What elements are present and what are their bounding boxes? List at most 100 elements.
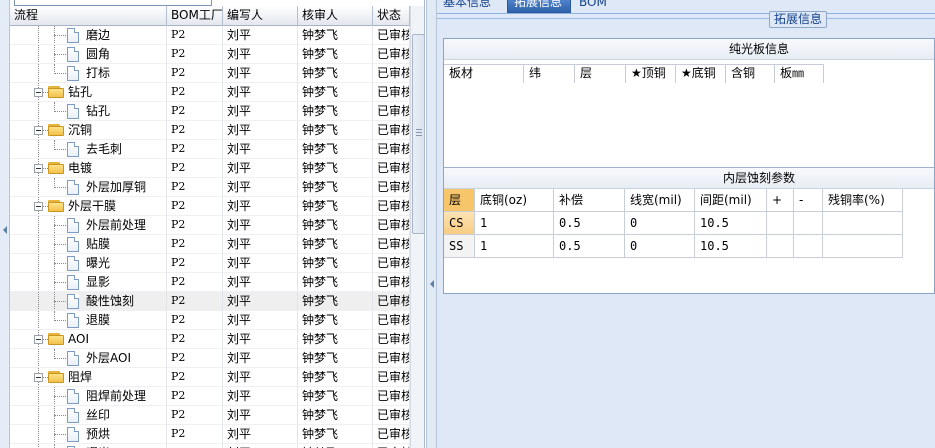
line-width-cell[interactable]: 0 — [625, 212, 695, 235]
tree-node-cell[interactable]: 沉铜 — [10, 121, 167, 140]
collapse-toggle-icon[interactable] — [34, 164, 43, 173]
tree-node-cell[interactable]: 钻孔 — [10, 102, 167, 121]
tree-node-cell[interactable]: 酸性蚀刻 — [10, 292, 167, 311]
tree-leaf-row[interactable]: 钻孔 P2 刘平 钟梦飞 已审核 — [10, 102, 410, 121]
tab-bom[interactable]: BOM — [573, 0, 613, 13]
compensation-cell[interactable]: 0.5 — [554, 235, 625, 258]
tree-leaf-row[interactable]: 磨边 P2 刘平 钟梦飞 已审核 — [10, 26, 410, 45]
collapse-toggle-icon[interactable] — [34, 126, 43, 135]
panel-splitter[interactable] — [426, 0, 437, 448]
plus-cell[interactable] — [767, 235, 794, 258]
line-width-cell[interactable]: 0 — [625, 235, 695, 258]
tree-leaf-row[interactable]: 曝光 P2刘平钟梦飞已审核 — [10, 444, 410, 448]
tree-group-row[interactable]: 沉铜 P2 刘平 钟梦飞 已审核 — [10, 121, 410, 140]
tree-node-cell[interactable]: 曝光 — [10, 254, 167, 273]
plain-board-col-board-mm[interactable]: 板㎜ — [775, 65, 824, 83]
tree-node-cell[interactable]: 退膜 — [10, 311, 167, 330]
column-header-author[interactable]: 编写人 — [223, 6, 298, 26]
tree-group-row[interactable]: AOI P2 刘平 钟梦飞 已审核 — [10, 330, 410, 349]
inner-etch-col-layer[interactable]: 层 — [444, 189, 475, 212]
tree-node-cell[interactable]: 阻焊 — [10, 368, 167, 387]
tree-node-cell[interactable]: 外层AOI — [10, 349, 167, 368]
tree-leaf-row[interactable]: 外层AOI P2 刘平 钟梦飞 已审核 — [10, 349, 410, 368]
tab-extended-info[interactable]: 拓展信息 — [507, 0, 571, 13]
tree-node-cell[interactable]: 显影 — [10, 273, 167, 292]
tree-leaf-row[interactable]: 打标 P2 刘平 钟梦飞 已审核 — [10, 64, 410, 83]
scrollbar-thumb[interactable] — [412, 34, 424, 234]
left-collapse-bar[interactable] — [0, 0, 10, 448]
inner-etch-row[interactable]: CS 1 0.5 0 10.5 — [444, 212, 903, 235]
inner-etch-row[interactable]: SS 1 0.5 0 10.5 — [444, 235, 903, 258]
inner-etch-col-residual-copper[interactable]: 残铜率(%) — [823, 189, 903, 212]
tree-node-cell[interactable]: 丝印 — [10, 406, 167, 425]
plain-board-col-material[interactable]: 板材 — [444, 65, 524, 83]
tree-leaf-row[interactable]: 外层加厚铜 P2 刘平 钟梦飞 已审核 — [10, 178, 410, 197]
inner-etch-col-base-copper[interactable]: 底铜(oz) — [475, 189, 554, 212]
collapse-toggle-icon[interactable] — [34, 373, 43, 382]
tree-node-cell[interactable]: 打标 — [10, 64, 167, 83]
tree-node-cell[interactable]: 阻焊前处理 — [10, 387, 167, 406]
tree-node-cell[interactable]: 外层前处理 — [10, 216, 167, 235]
tree-node-cell[interactable]: 贴膜 — [10, 235, 167, 254]
inner-etch-col-line-width[interactable]: 线宽(mil) — [625, 189, 695, 212]
tree-node-cell[interactable]: 曝光 — [10, 444, 167, 448]
plus-cell[interactable] — [767, 212, 794, 235]
plain-board-col-top-copper[interactable]: ★顶铜 — [626, 65, 676, 83]
tree-leaf-row[interactable]: 圆角 P2 刘平 钟梦飞 已审核 — [10, 45, 410, 64]
plain-board-col-bottom-copper[interactable]: ★底铜 — [676, 65, 726, 83]
base-copper-cell[interactable]: 1 — [475, 235, 554, 258]
tree-group-row[interactable]: 外层干膜 P2 刘平 钟梦飞 已审核 — [10, 197, 410, 216]
tree-leaf-row[interactable]: 预烘 P2 刘平 钟梦飞 已审核 — [10, 425, 410, 444]
column-header-bom-factory[interactable]: BOM工厂 — [167, 6, 223, 26]
tree-node-cell[interactable]: 预烘 — [10, 425, 167, 444]
residual-copper-cell[interactable] — [823, 235, 903, 258]
layer-cell[interactable]: SS — [444, 235, 475, 258]
tree-leaf-row[interactable]: 阻焊前处理 P2 刘平 钟梦飞 已审核 — [10, 387, 410, 406]
column-header-reviewer[interactable]: 核审人 — [298, 6, 373, 26]
tree-leaf-row[interactable]: 酸性蚀刻 P2 刘平 钟梦飞 已审核 — [10, 292, 410, 311]
spacing-cell[interactable]: 10.5 — [695, 212, 767, 235]
tree-node-cell[interactable]: 圆角 — [10, 45, 167, 64]
inner-etch-col-minus[interactable]: - — [794, 189, 823, 212]
inner-etch-col-compensation[interactable]: 补偿 — [554, 189, 625, 212]
tree-group-row[interactable]: 钻孔 P2 刘平 钟梦飞 已审核 — [10, 83, 410, 102]
tree-leaf-row[interactable]: 丝印 P2 刘平 钟梦飞 已审核 — [10, 406, 410, 425]
layer-cell[interactable]: CS — [444, 212, 475, 235]
minus-cell[interactable] — [794, 235, 823, 258]
tree-leaf-row[interactable]: 退膜 P2 刘平 钟梦飞 已审核 — [10, 311, 410, 330]
compensation-cell[interactable]: 0.5 — [554, 212, 625, 235]
column-header-process[interactable]: 流程 — [10, 6, 167, 26]
inner-etch-col-plus[interactable]: + — [767, 189, 794, 212]
collapse-toggle-icon[interactable] — [34, 335, 43, 344]
fieldset-legend[interactable]: 拓展信息 — [769, 11, 828, 28]
spacing-cell[interactable]: 10.5 — [695, 235, 767, 258]
tree-group-row[interactable]: 电镀 P2 刘平 钟梦飞 已审核 — [10, 159, 410, 178]
tree-leaf-row[interactable]: 外层前处理 P2 刘平 钟梦飞 已审核 — [10, 216, 410, 235]
minus-cell[interactable] — [794, 212, 823, 235]
plain-board-col-copper-content[interactable]: 含铜 — [726, 65, 775, 83]
tree-leaf-row[interactable]: 去毛刺 P2 刘平 钟梦飞 已审核 — [10, 140, 410, 159]
tree-group-row[interactable]: 阻焊 P2 刘平 钟梦飞 已审核 — [10, 368, 410, 387]
tab-basic-info[interactable]: 基本信息 — [437, 0, 497, 13]
collapse-left-arrow-icon[interactable] — [3, 226, 7, 234]
collapse-arrow-icon[interactable] — [430, 280, 434, 288]
tree-node-cell[interactable]: 外层加厚铜 — [10, 178, 167, 197]
base-copper-cell[interactable]: 1 — [475, 212, 554, 235]
column-header-status[interactable]: 状态 — [373, 6, 410, 26]
plain-board-col-layer[interactable]: 层 — [575, 65, 626, 83]
tree-leaf-row[interactable]: 贴膜 P2 刘平 钟梦飞 已审核 — [10, 235, 410, 254]
tree-node-cell[interactable]: 磨边 — [10, 26, 167, 45]
collapse-toggle-icon[interactable] — [34, 202, 43, 211]
inner-etch-col-spacing[interactable]: 间距(mil) — [695, 189, 767, 212]
plain-board-col-weft[interactable]: 纬 — [524, 65, 575, 83]
tree-node-cell[interactable]: AOI — [10, 330, 167, 349]
tree-node-cell[interactable]: 电镀 — [10, 159, 167, 178]
tree-leaf-row[interactable]: 曝光 P2刘平钟梦飞已审核 — [10, 254, 410, 273]
tree-node-cell[interactable]: 外层干膜 — [10, 197, 167, 216]
tree-node-cell[interactable]: 去毛刺 — [10, 140, 167, 159]
collapse-toggle-icon[interactable] — [34, 88, 43, 97]
residual-copper-cell[interactable] — [823, 212, 903, 235]
tree-node-cell[interactable]: 钻孔 — [10, 83, 167, 102]
tree-leaf-row[interactable]: 显影 P2 刘平 钟梦飞 已审核 — [10, 273, 410, 292]
vertical-scrollbar[interactable] — [410, 6, 424, 448]
